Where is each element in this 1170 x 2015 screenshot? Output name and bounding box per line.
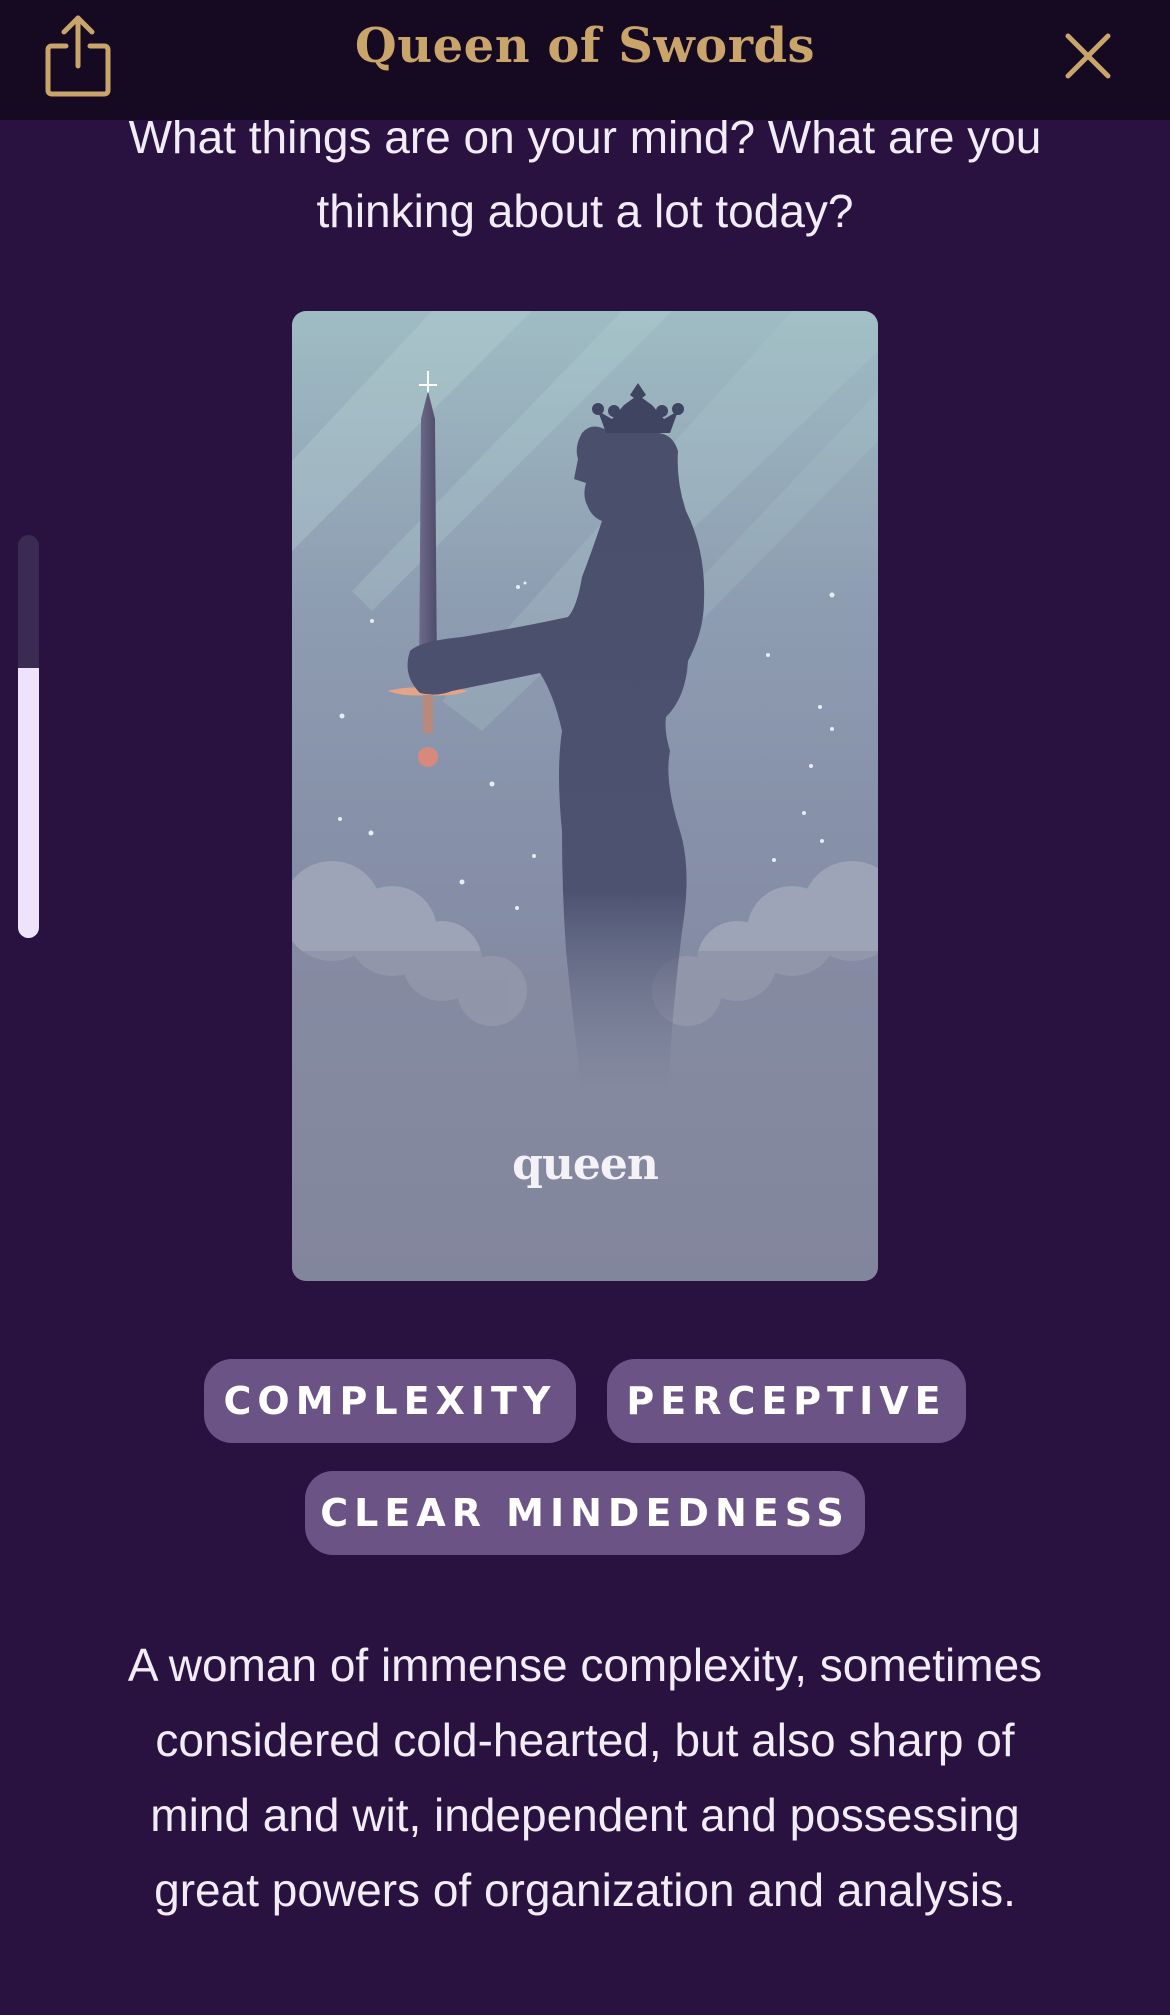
page-title: Queen of Swords	[354, 18, 816, 74]
queen-silhouette-illustration	[292, 311, 878, 1281]
header-bar: Queen of Swords	[0, 0, 1170, 120]
tag-complexity[interactable]: COMPLEXITY	[204, 1359, 576, 1443]
scroll-indicator[interactable]	[18, 535, 39, 938]
tag-perceptive[interactable]: PERCEPTIVE	[607, 1359, 966, 1443]
close-icon	[1065, 33, 1111, 79]
card-name-label: queen	[512, 1139, 659, 1190]
card-description: A woman of immense complexity, sometimes…	[127, 1639, 1043, 1916]
daily-question: What things are on your mind? What are y…	[128, 111, 1042, 237]
tarot-card-image: queen	[292, 311, 878, 1281]
tag-clear-mindedness[interactable]: CLEAR MINDEDNESS	[305, 1471, 865, 1555]
scroll-indicator-fill	[18, 668, 39, 938]
tarot-card-detail-screen: What things are on your mind? What are y…	[0, 0, 1170, 2015]
close-button[interactable]	[1056, 24, 1120, 88]
